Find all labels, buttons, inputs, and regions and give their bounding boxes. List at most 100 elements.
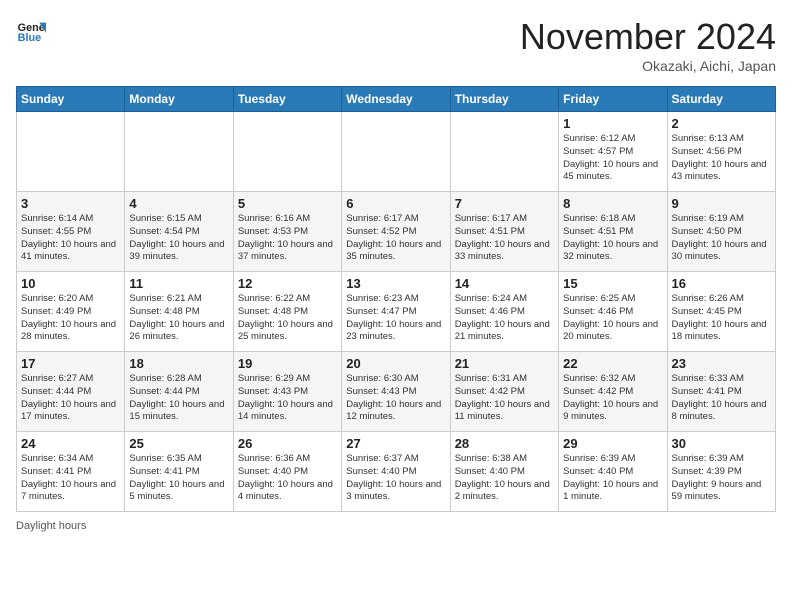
col-header-wednesday: Wednesday — [342, 87, 450, 112]
day-info: Sunrise: 6:23 AM Sunset: 4:47 PM Dayligh… — [346, 293, 445, 344]
day-info: Sunrise: 6:20 AM Sunset: 4:49 PM Dayligh… — [21, 293, 120, 344]
day-number: 8 — [563, 196, 662, 211]
day-number: 15 — [563, 276, 662, 291]
calendar-week-4: 17 Sunrise: 6:27 AM Sunset: 4:44 PM Dayli… — [17, 352, 776, 432]
calendar-cell: 23Sunrise: 6:33 AM Sunset: 4:41 PM Dayli… — [667, 352, 775, 432]
calendar-cell: 13 Sunrise: 6:23 AM Sunset: 4:47 PM Dayli… — [342, 272, 450, 352]
day-info: Sunrise: 6:17 AM Sunset: 4:52 PM Dayligh… — [346, 213, 445, 264]
calendar-cell: 10 Sunrise: 6:20 AM Sunset: 4:49 PM Dayli… — [17, 272, 125, 352]
calendar-cell: 2 Sunrise: 6:13 AM Sunset: 4:56 PM Daylig… — [667, 112, 775, 192]
day-number: 23 — [672, 356, 771, 371]
calendar-week-5: 24Sunrise: 6:34 AM Sunset: 4:41 PM Dayli… — [17, 432, 776, 512]
day-info: Sunrise: 6:22 AM Sunset: 4:48 PM Dayligh… — [238, 293, 337, 344]
col-header-monday: Monday — [125, 87, 233, 112]
day-number: 27 — [346, 436, 445, 451]
footer: Daylight hours — [16, 520, 776, 532]
calendar-week-1: 1 Sunrise: 6:12 AM Sunset: 4:57 PM Daylig… — [17, 112, 776, 192]
calendar-cell — [233, 112, 341, 192]
col-header-thursday: Thursday — [450, 87, 558, 112]
day-info: Sunrise: 6:30 AM Sunset: 4:43 PM Dayligh… — [346, 373, 445, 424]
day-number: 4 — [129, 196, 228, 211]
day-info: Sunrise: 6:39 AM Sunset: 4:40 PM Dayligh… — [563, 453, 662, 504]
day-number: 25 — [129, 436, 228, 451]
month-title: November 2024 — [520, 16, 776, 58]
day-info: Sunrise: 6:17 AM Sunset: 4:51 PM Dayligh… — [455, 213, 554, 264]
day-number: 5 — [238, 196, 337, 211]
page-header: General Blue November 2024 Okazaki, Aich… — [16, 16, 776, 74]
day-info: Sunrise: 6:34 AM Sunset: 4:41 PM Dayligh… — [21, 453, 120, 504]
day-number: 10 — [21, 276, 120, 291]
day-info: Sunrise: 6:32 AM Sunset: 4:42 PM Dayligh… — [563, 373, 662, 424]
location: Okazaki, Aichi, Japan — [520, 58, 776, 74]
calendar-cell: 14 Sunrise: 6:24 AM Sunset: 4:46 PM Dayli… — [450, 272, 558, 352]
svg-text:Blue: Blue — [18, 32, 41, 44]
day-number: 7 — [455, 196, 554, 211]
calendar-cell: 19Sunrise: 6:29 AM Sunset: 4:43 PM Dayli… — [233, 352, 341, 432]
calendar-week-2: 3Sunrise: 6:14 AM Sunset: 4:55 PM Daylig… — [17, 192, 776, 272]
calendar-table: SundayMondayTuesdayWednesdayThursdayFrid… — [16, 86, 776, 512]
calendar-cell: 20Sunrise: 6:30 AM Sunset: 4:43 PM Dayli… — [342, 352, 450, 432]
footer-text: Daylight hours — [16, 520, 86, 532]
calendar-cell: 7 Sunrise: 6:17 AM Sunset: 4:51 PM Daylig… — [450, 192, 558, 272]
day-number: 16 — [672, 276, 771, 291]
day-number: 2 — [672, 116, 771, 131]
day-number: 14 — [455, 276, 554, 291]
col-header-tuesday: Tuesday — [233, 87, 341, 112]
day-info: Sunrise: 6:38 AM Sunset: 4:40 PM Dayligh… — [455, 453, 554, 504]
day-info: Sunrise: 6:13 AM Sunset: 4:56 PM Dayligh… — [672, 133, 771, 184]
day-number: 30 — [672, 436, 771, 451]
calendar-cell: 22 Sunrise: 6:32 AM Sunset: 4:42 PM Dayli… — [559, 352, 667, 432]
day-info: Sunrise: 6:24 AM Sunset: 4:46 PM Dayligh… — [455, 293, 554, 344]
day-info: Sunrise: 6:35 AM Sunset: 4:41 PM Dayligh… — [129, 453, 228, 504]
calendar-cell: 25 Sunrise: 6:35 AM Sunset: 4:41 PM Dayli… — [125, 432, 233, 512]
calendar-cell: 21 Sunrise: 6:31 AM Sunset: 4:42 PM Dayli… — [450, 352, 558, 432]
day-info: Sunrise: 6:21 AM Sunset: 4:48 PM Dayligh… — [129, 293, 228, 344]
calendar-cell: 26 Sunrise: 6:36 AM Sunset: 4:40 PM Dayli… — [233, 432, 341, 512]
calendar-cell: 15 Sunrise: 6:25 AM Sunset: 4:46 PM Dayli… — [559, 272, 667, 352]
calendar-cell: 16 Sunrise: 6:26 AM Sunset: 4:45 PM Dayli… — [667, 272, 775, 352]
calendar-cell — [450, 112, 558, 192]
calendar-cell: 30 Sunrise: 6:39 AM Sunset: 4:39 PM Dayli… — [667, 432, 775, 512]
day-info: Sunrise: 6:36 AM Sunset: 4:40 PM Dayligh… — [238, 453, 337, 504]
col-header-sunday: Sunday — [17, 87, 125, 112]
calendar-cell — [125, 112, 233, 192]
calendar-cell: 18Sunrise: 6:28 AM Sunset: 4:44 PM Dayli… — [125, 352, 233, 432]
day-info: Sunrise: 6:12 AM Sunset: 4:57 PM Dayligh… — [563, 133, 662, 184]
calendar-cell: 9Sunrise: 6:19 AM Sunset: 4:50 PM Daylig… — [667, 192, 775, 272]
calendar-cell: 6 Sunrise: 6:17 AM Sunset: 4:52 PM Daylig… — [342, 192, 450, 272]
day-info: Sunrise: 6:15 AM Sunset: 4:54 PM Dayligh… — [129, 213, 228, 264]
calendar-cell: 27Sunrise: 6:37 AM Sunset: 4:40 PM Dayli… — [342, 432, 450, 512]
calendar-cell: 3Sunrise: 6:14 AM Sunset: 4:55 PM Daylig… — [17, 192, 125, 272]
day-info: Sunrise: 6:27 AM Sunset: 4:44 PM Dayligh… — [21, 373, 120, 424]
day-number: 17 — [21, 356, 120, 371]
day-number: 22 — [563, 356, 662, 371]
day-number: 18 — [129, 356, 228, 371]
day-number: 26 — [238, 436, 337, 451]
day-number: 28 — [455, 436, 554, 451]
day-info: Sunrise: 6:25 AM Sunset: 4:46 PM Dayligh… — [563, 293, 662, 344]
day-number: 19 — [238, 356, 337, 371]
day-info: Sunrise: 6:26 AM Sunset: 4:45 PM Dayligh… — [672, 293, 771, 344]
day-number: 6 — [346, 196, 445, 211]
day-number: 13 — [346, 276, 445, 291]
day-number: 12 — [238, 276, 337, 291]
calendar-cell: 1 Sunrise: 6:12 AM Sunset: 4:57 PM Daylig… — [559, 112, 667, 192]
calendar-cell: 8Sunrise: 6:18 AM Sunset: 4:51 PM Daylig… — [559, 192, 667, 272]
logo-icon: General Blue — [16, 16, 46, 46]
day-info: Sunrise: 6:39 AM Sunset: 4:39 PM Dayligh… — [672, 453, 771, 504]
calendar-cell — [342, 112, 450, 192]
title-block: November 2024 Okazaki, Aichi, Japan — [520, 16, 776, 74]
calendar-cell: 24Sunrise: 6:34 AM Sunset: 4:41 PM Dayli… — [17, 432, 125, 512]
day-number: 11 — [129, 276, 228, 291]
calendar-cell: 4 Sunrise: 6:15 AM Sunset: 4:54 PM Daylig… — [125, 192, 233, 272]
calendar-header-row: SundayMondayTuesdayWednesdayThursdayFrid… — [17, 87, 776, 112]
col-header-friday: Friday — [559, 87, 667, 112]
day-info: Sunrise: 6:31 AM Sunset: 4:42 PM Dayligh… — [455, 373, 554, 424]
day-number: 21 — [455, 356, 554, 371]
calendar-cell — [17, 112, 125, 192]
calendar-cell: 5Sunrise: 6:16 AM Sunset: 4:53 PM Daylig… — [233, 192, 341, 272]
day-number: 29 — [563, 436, 662, 451]
calendar-week-3: 10 Sunrise: 6:20 AM Sunset: 4:49 PM Dayli… — [17, 272, 776, 352]
day-number: 1 — [563, 116, 662, 131]
day-info: Sunrise: 6:14 AM Sunset: 4:55 PM Dayligh… — [21, 213, 120, 264]
